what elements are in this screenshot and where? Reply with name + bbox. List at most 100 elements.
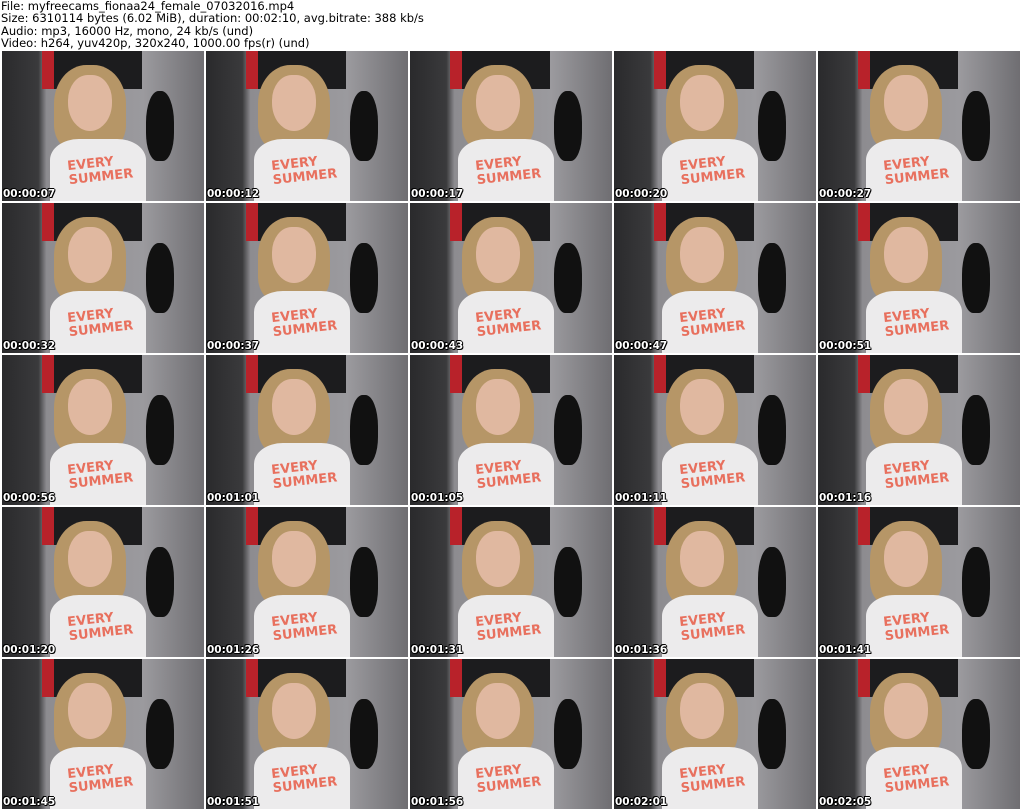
monkey-toy [554,395,582,465]
person-shirt [866,443,962,505]
monkey-toy [554,547,582,617]
timestamp: 00:00:20 [615,188,668,200]
timestamp: 00:01:20 [3,644,56,656]
person-shirt [662,291,758,353]
monkey-toy [146,547,174,617]
person-face [68,75,112,131]
timestamp: 00:01:16 [819,492,872,504]
monkey-toy [962,547,990,617]
person-shirt [866,747,962,809]
person-shirt [458,747,554,809]
video-thumbnail: 00:01:01 [206,355,408,505]
monkey-toy [758,699,786,769]
person-shirt [662,139,758,201]
person-shirt [254,291,350,353]
monkey-toy [554,91,582,161]
timestamp: 00:00:12 [207,188,260,200]
monkey-toy [758,91,786,161]
person-face [68,683,112,739]
video-thumbnail: 00:01:36 [614,507,816,657]
video-thumbnail: 00:00:20 [614,51,816,201]
person-face [68,531,112,587]
person-shirt [866,595,962,657]
person-face [476,531,520,587]
timestamp: 00:00:47 [615,340,668,352]
timestamp: 00:02:01 [615,796,668,808]
video-thumbnail: 00:02:01 [614,659,816,809]
timestamp: 00:00:27 [819,188,872,200]
person-shirt [458,595,554,657]
monkey-toy [962,395,990,465]
person-shirt [254,139,350,201]
person-shirt [458,139,554,201]
video-thumbnail: 00:01:45 [2,659,204,809]
person-face [272,227,316,283]
person-shirt [50,291,146,353]
person-face [272,531,316,587]
person-shirt [254,443,350,505]
video-thumbnail: 00:01:16 [818,355,1020,505]
timestamp: 00:01:36 [615,644,668,656]
timestamp: 00:01:41 [819,644,872,656]
person-shirt [50,747,146,809]
person-face [476,683,520,739]
person-shirt [662,443,758,505]
timestamp: 00:00:51 [819,340,872,352]
video-thumbnail: 00:01:31 [410,507,612,657]
monkey-toy [350,547,378,617]
monkey-toy [350,395,378,465]
person-face [680,531,724,587]
video-thumbnail: 00:00:37 [206,203,408,353]
monkey-toy [962,699,990,769]
monkey-toy [146,699,174,769]
timestamp: 00:01:31 [411,644,464,656]
person-shirt [458,443,554,505]
timestamp: 00:02:05 [819,796,872,808]
video-thumbnail: 00:01:20 [2,507,204,657]
person-shirt [50,443,146,505]
person-shirt [50,139,146,201]
timestamp: 00:00:43 [411,340,464,352]
monkey-toy [758,243,786,313]
monkey-toy [962,91,990,161]
video-thumbnail: 00:02:05 [818,659,1020,809]
monkey-toy [350,91,378,161]
person-face [680,227,724,283]
monkey-toy [350,243,378,313]
person-face [272,683,316,739]
timestamp: 00:00:56 [3,492,56,504]
person-face [884,683,928,739]
file-size: Size: 6310114 bytes (6.02 MiB), duration… [1,11,424,26]
timestamp: 00:00:17 [411,188,464,200]
video-thumbnail: 00:00:17 [410,51,612,201]
video-thumbnail: 00:01:41 [818,507,1020,657]
monkey-toy [146,243,174,313]
file-info: File: myfreecams_fionaa24_female_0703201… [1,0,424,49]
person-shirt [458,291,554,353]
timestamp: 00:00:37 [207,340,260,352]
person-shirt [662,747,758,809]
person-face [884,379,928,435]
person-face [680,379,724,435]
timestamp: 00:01:51 [207,796,260,808]
timestamp: 00:00:07 [3,188,56,200]
timestamp: 00:00:32 [3,340,56,352]
person-shirt [50,595,146,657]
timestamp: 00:01:05 [411,492,464,504]
person-face [476,379,520,435]
video-thumbnail: 00:00:43 [410,203,612,353]
person-shirt [254,595,350,657]
monkey-toy [758,547,786,617]
monkey-toy [758,395,786,465]
video-thumbnail: 00:00:51 [818,203,1020,353]
person-face [680,75,724,131]
person-face [884,227,928,283]
monkey-toy [554,243,582,313]
person-face [680,683,724,739]
monkey-toy [554,699,582,769]
person-shirt [866,291,962,353]
video-thumbnail: 00:00:47 [614,203,816,353]
video-thumbnail: 00:00:12 [206,51,408,201]
person-face [68,227,112,283]
person-shirt [866,139,962,201]
